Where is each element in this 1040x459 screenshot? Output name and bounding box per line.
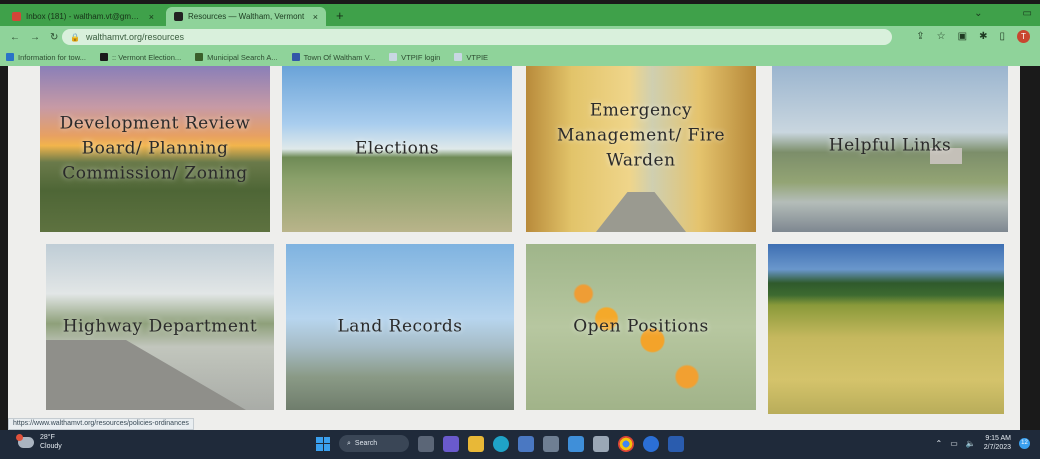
bookmark-item[interactable]: Town Of Waltham V... xyxy=(291,52,376,62)
bookmark-icon xyxy=(99,53,108,61)
profile-avatar[interactable]: T xyxy=(1017,30,1030,43)
chevron-down-icon[interactable]: ⌄ xyxy=(974,8,982,19)
address-text: walthamvt.org/resources xyxy=(85,32,185,42)
notification-badge[interactable]: 12 xyxy=(1019,437,1030,449)
photos-icon[interactable] xyxy=(568,435,584,452)
resource-tile-farm-field[interactable] xyxy=(768,244,1004,414)
tile-label: Land Records xyxy=(337,316,463,337)
taskbar-search[interactable]: ⌕ Search xyxy=(339,435,409,452)
clock[interactable]: 9:15 AM 2/7/2023 xyxy=(984,434,1011,452)
reload-icon[interactable]: ↻ xyxy=(50,32,58,43)
sidepanel-icon[interactable]: ▯ xyxy=(999,31,1005,42)
bookmark-item[interactable]: VTPIE xyxy=(454,53,488,62)
resource-tile-development-review[interactable]: Development Review Board/ Planning Commi… xyxy=(40,66,270,232)
calculator-icon[interactable] xyxy=(543,435,559,452)
weather-widget[interactable]: 28°F Cloudy xyxy=(16,433,62,451)
star-icon[interactable]: ☆ xyxy=(937,31,946,42)
store-icon[interactable] xyxy=(518,435,534,452)
window-controls: ⌄ ▭ xyxy=(974,8,1032,19)
bookmark-item[interactable]: :: Vermont Election... xyxy=(99,52,182,62)
windows-start-icon[interactable] xyxy=(316,436,330,451)
temperature: 28°F xyxy=(40,434,55,441)
search-icon: ⌕ xyxy=(347,439,351,447)
bookmark-item[interactable]: Municipal Search A... xyxy=(195,52,278,62)
tab-resources[interactable]: Resources — Waltham, Vermont × xyxy=(166,7,326,26)
volume-icon[interactable]: 🔈 xyxy=(966,439,976,448)
tab-inbox[interactable]: Inbox (181) - waltham.vt@gmai... × xyxy=(4,7,162,26)
clock-time: 9:15 AM xyxy=(985,435,1011,442)
back-icon[interactable]: ← xyxy=(10,32,20,43)
tile-label: Highway Department xyxy=(62,316,258,337)
toolbar-icons: ⇪ ☆ ▣ ✱ ▯ T xyxy=(916,30,1030,43)
close-tab-icon[interactable]: × xyxy=(313,12,318,22)
network-icon[interactable]: ▭ xyxy=(950,439,958,448)
bookmark-icon xyxy=(6,53,14,61)
chrome-icon[interactable] xyxy=(618,435,634,452)
minimize-icon[interactable]: ▭ xyxy=(1023,8,1032,19)
task-view-icon[interactable] xyxy=(418,435,434,452)
close-tab-icon[interactable]: × xyxy=(149,12,154,22)
resource-tile-emergency-management[interactable]: Emergency Management/ Fire Warden xyxy=(526,66,756,232)
resource-tile-open-positions[interactable]: Open Positions xyxy=(526,244,756,410)
bookmark-icon xyxy=(389,53,398,61)
tile-label: Helpful Links xyxy=(828,135,952,156)
file-explorer-icon[interactable] xyxy=(468,435,484,452)
media-icon[interactable] xyxy=(643,435,659,452)
resource-tile-elections[interactable]: Elections xyxy=(282,66,512,232)
site-favicon-icon xyxy=(174,12,183,21)
bookmarks-bar: Information for tow... :: Vermont Electi… xyxy=(0,48,1040,66)
bookmark-label: VTPIE xyxy=(466,52,489,62)
browser-tab-bar: Inbox (181) - waltham.vt@gmai... × Resou… xyxy=(0,4,1040,26)
bookmark-label: Information for tow... xyxy=(18,52,86,62)
extension-icon[interactable]: ▣ xyxy=(958,31,967,42)
tile-label: Emergency Management/ Fire Warden xyxy=(556,100,726,171)
weather-condition: Cloudy xyxy=(40,443,62,450)
bookmark-label: Town Of Waltham V... xyxy=(303,52,376,62)
bookmark-label: VTPIF login xyxy=(401,52,441,62)
resources-grid: Development Review Board/ Planning Commi… xyxy=(8,66,1020,430)
clock-date: 2/7/2023 xyxy=(983,444,1011,451)
tab-label: Resources — Waltham, Vermont xyxy=(188,12,305,21)
teams-icon[interactable] xyxy=(443,435,459,452)
cloud-icon xyxy=(16,433,34,448)
resource-tile-highway-department[interactable]: Highway Department xyxy=(46,244,274,410)
lock-icon: 🔒 xyxy=(70,32,80,42)
road-image xyxy=(46,340,246,410)
edge-icon[interactable] xyxy=(493,435,509,452)
bookmark-icon xyxy=(454,53,463,61)
resource-tile-land-records[interactable]: Land Records xyxy=(286,244,514,410)
new-tab-button[interactable]: + xyxy=(336,8,344,23)
browser-toolbar: ← → ↻ 🔒 walthamvt.org/resources ⇪ ☆ ▣ ✱ … xyxy=(0,26,1040,48)
chevron-up-icon[interactable]: ⌃ xyxy=(936,439,943,448)
address-bar[interactable]: 🔒 walthamvt.org/resources xyxy=(62,29,892,45)
bookmark-icon xyxy=(291,53,300,61)
share-icon[interactable]: ⇪ xyxy=(916,31,924,42)
status-url-bar: https://www.walthamvt.org/resources/poli… xyxy=(8,418,194,430)
taskbar-apps: ⌕ Search xyxy=(316,435,684,452)
word-icon[interactable] xyxy=(668,435,684,452)
tile-label: Open Positions xyxy=(573,316,709,337)
resource-tile-helpful-links[interactable]: Helpful Links xyxy=(772,66,1008,232)
bookmark-label: Municipal Search A... xyxy=(207,52,278,62)
alert-badge xyxy=(16,433,23,441)
puzzle-icon[interactable]: ✱ xyxy=(979,31,987,42)
windows-taskbar: 28°F Cloudy ⌕ Search ⌃ ▭ 🔈 9:15 AM 2/7/2… xyxy=(0,430,1040,459)
system-tray: ⌃ ▭ 🔈 9:15 AM 2/7/2023 12 xyxy=(936,434,1030,452)
chat-icon[interactable] xyxy=(593,435,609,452)
gmail-icon xyxy=(12,12,21,21)
bookmark-item[interactable]: VTPIF login xyxy=(389,53,440,62)
road-image xyxy=(596,192,686,232)
tile-label: Development Review Board/ Planning Commi… xyxy=(59,113,251,184)
tile-label: Elections xyxy=(354,138,440,159)
bookmark-item[interactable]: Information for tow... xyxy=(6,53,86,62)
bookmark-icon xyxy=(195,53,204,61)
forward-icon[interactable]: → xyxy=(30,32,40,43)
tab-label: Inbox (181) - waltham.vt@gmai... xyxy=(26,12,143,21)
bookmark-label: :: Vermont Election... xyxy=(111,52,182,62)
search-label: Search xyxy=(354,440,378,447)
